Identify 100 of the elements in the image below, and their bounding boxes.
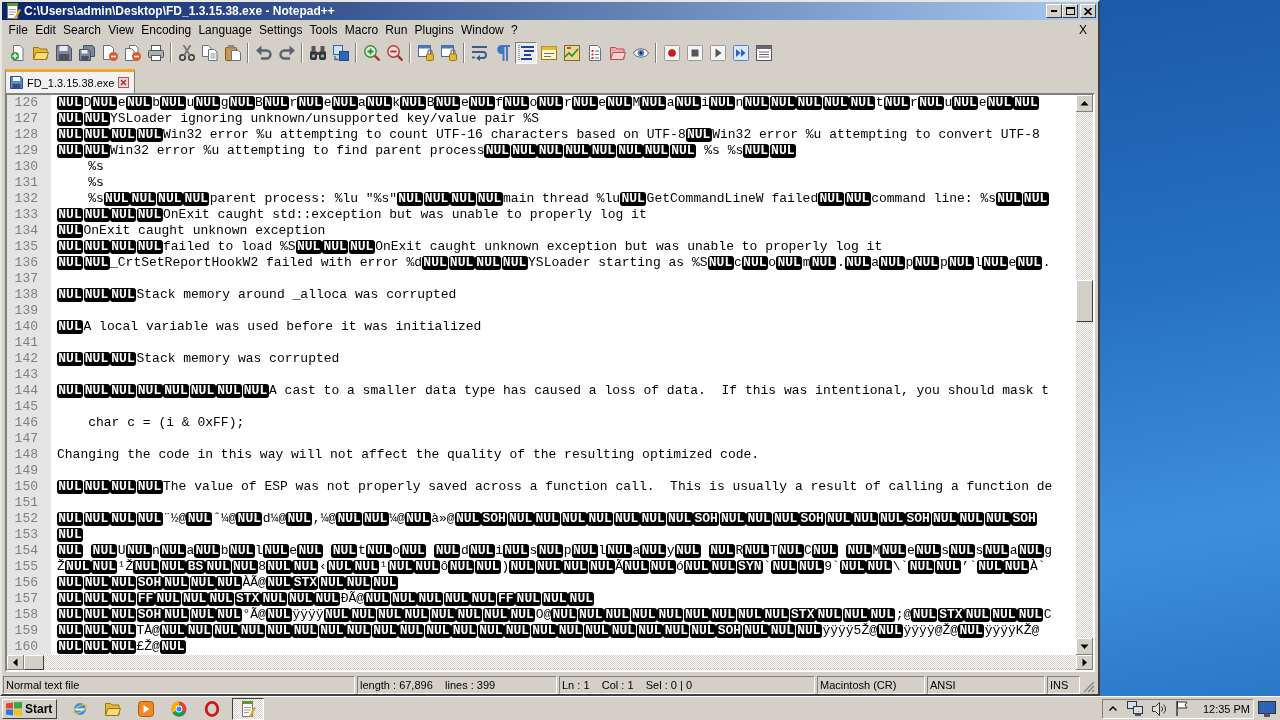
line-number: 143 xyxy=(13,367,38,383)
code-text: main thread %lu xyxy=(503,191,621,206)
zoom-in-icon[interactable] xyxy=(363,45,380,61)
code-text: g xyxy=(220,95,229,110)
control-char-badge: NUL xyxy=(689,624,716,638)
menu-item[interactable]: Encoding xyxy=(137,23,195,37)
scroll-down-icon[interactable] xyxy=(1076,638,1093,655)
undo-icon[interactable] xyxy=(255,45,272,61)
record-icon[interactable] xyxy=(663,45,680,61)
code-text: YSLoader starting as %S xyxy=(528,255,708,270)
horizontal-scrollbar[interactable] xyxy=(7,655,1093,670)
start-button[interactable]: Start xyxy=(2,698,58,719)
menu-item[interactable]: Edit xyxy=(31,23,60,37)
folder-icon[interactable] xyxy=(104,700,121,717)
code-text: a xyxy=(186,543,195,558)
network-icon[interactable] xyxy=(1126,701,1143,716)
list-window-icon[interactable] xyxy=(755,45,772,61)
window-lock-icon[interactable] xyxy=(440,45,457,61)
redo-icon[interactable] xyxy=(278,45,295,61)
control-char-badge: NUL xyxy=(133,560,160,574)
new-document-icon[interactable] xyxy=(9,45,26,61)
menu-item[interactable]: Plugins xyxy=(410,23,458,37)
code-text: O@ xyxy=(535,607,552,622)
taskbar-button[interactable] xyxy=(232,697,265,720)
close-document-button[interactable]: X xyxy=(1071,23,1095,37)
control-char-badge: NUL xyxy=(83,128,110,142)
browser-icon[interactable] xyxy=(71,700,88,717)
menu-item[interactable]: Macro xyxy=(341,23,382,37)
two-pages-icon[interactable] xyxy=(201,45,218,61)
minimize-button[interactable] xyxy=(1046,4,1062,18)
control-char-badge: NUL xyxy=(365,96,392,110)
control-char-badge: NUL xyxy=(130,192,157,206)
vertical-scrollbar[interactable] xyxy=(1076,95,1093,655)
documents-minus-icon[interactable] xyxy=(124,45,141,61)
scissors-icon[interactable] xyxy=(178,45,195,61)
code-text: B xyxy=(426,95,435,110)
menu-item[interactable]: Tools xyxy=(305,23,342,37)
media-play-icon[interactable] xyxy=(137,700,154,717)
pilcrow-icon[interactable] xyxy=(494,45,511,61)
circle-logo-icon[interactable] xyxy=(170,700,187,717)
document-minus-icon[interactable] xyxy=(101,45,118,61)
close-button[interactable] xyxy=(1080,4,1096,18)
menu-item[interactable]: Settings xyxy=(255,23,306,37)
menu-item[interactable]: File xyxy=(5,23,32,37)
indent-lines-icon[interactable] xyxy=(514,42,537,64)
flag-icon[interactable] xyxy=(1175,701,1188,716)
control-char-badge: NUL xyxy=(736,608,763,622)
document-list-icon[interactable] xyxy=(586,45,603,61)
eye-icon[interactable] xyxy=(632,45,649,61)
chevron-up-icon[interactable] xyxy=(1108,706,1117,711)
scroll-up-icon[interactable] xyxy=(1076,95,1093,112)
map-icon[interactable] xyxy=(563,45,580,61)
code-text: o xyxy=(392,543,401,558)
control-char-badge: NUL xyxy=(913,256,940,270)
scroll-thumb[interactable] xyxy=(1076,280,1093,322)
file-tab[interactable]: FD_1.3.15.38.exe xyxy=(5,69,136,93)
menu-item[interactable]: ? xyxy=(507,23,522,37)
menu-item[interactable]: Run xyxy=(381,23,411,37)
stop-icon[interactable] xyxy=(686,45,703,61)
resize-grip-icon[interactable] xyxy=(1083,681,1095,693)
fast-forward-icon[interactable] xyxy=(732,45,749,61)
word-wrap-icon[interactable] xyxy=(471,45,488,61)
control-char-badge: NUL xyxy=(477,624,504,638)
control-char-badge: NUL xyxy=(57,256,83,270)
scroll-left-icon[interactable] xyxy=(7,655,24,670)
scroll-right-icon[interactable] xyxy=(1076,655,1093,670)
folder-icon[interactable] xyxy=(609,45,626,61)
close-icon[interactable] xyxy=(118,77,130,88)
line-number: 154 xyxy=(13,543,38,559)
menu-item[interactable]: Window xyxy=(457,23,508,37)
scroll-thumb[interactable] xyxy=(24,655,44,670)
code-text: a xyxy=(358,95,366,110)
play-icon[interactable] xyxy=(709,45,726,61)
ring-icon[interactable] xyxy=(203,700,220,717)
menu-item[interactable]: View xyxy=(104,23,138,37)
window-lock-icon[interactable] xyxy=(417,45,434,61)
maximize-button[interactable] xyxy=(1062,4,1078,18)
control-char-badge: NUL xyxy=(562,560,589,574)
printer-icon[interactable] xyxy=(147,45,164,61)
code-text: ÿÿÿÿKŽ@ xyxy=(984,623,1040,638)
line-number: 137 xyxy=(13,271,38,287)
control-char-badge: NUL xyxy=(83,144,110,158)
floppy-disks-icon[interactable] xyxy=(78,45,95,61)
control-char-badge: NUL xyxy=(1003,560,1030,574)
control-char-badge: NUL xyxy=(743,144,770,158)
clipboard-icon[interactable] xyxy=(224,45,241,61)
zoom-out-icon[interactable] xyxy=(386,45,403,61)
control-char-badge: NUL xyxy=(818,192,845,206)
control-char-badge: NUL xyxy=(636,624,663,638)
menu-item[interactable]: Search xyxy=(59,23,105,37)
control-char-badge: NUL xyxy=(186,624,213,638)
folder-icon[interactable] xyxy=(32,45,49,61)
menu-item[interactable]: Language xyxy=(194,23,256,37)
code-text: ÿÿÿÿ5Ž@ xyxy=(822,623,877,638)
binoculars-icon[interactable] xyxy=(309,45,326,61)
code-text: D xyxy=(83,95,92,110)
window-icon[interactable] xyxy=(540,45,557,61)
overlapping-squares-icon[interactable] xyxy=(332,45,349,61)
speaker-icon[interactable] xyxy=(1151,701,1167,716)
desktop-icon[interactable] xyxy=(1258,700,1276,717)
